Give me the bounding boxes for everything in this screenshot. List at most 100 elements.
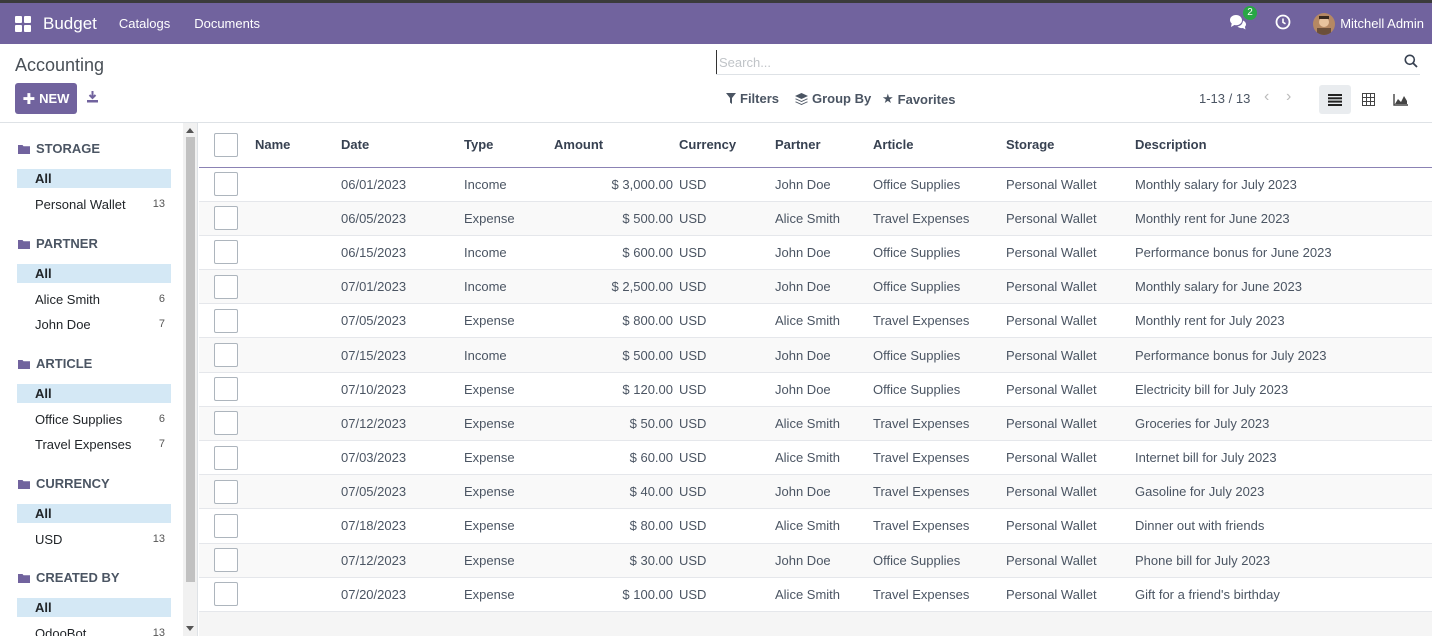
column-header-date[interactable]: Date (341, 123, 464, 167)
cell-amount: $ 80.00 (629, 518, 673, 534)
filter-item[interactable]: Personal Wallet 13 (17, 195, 171, 214)
row-checkbox[interactable] (214, 343, 238, 368)
cell-partner: John Doe (775, 244, 831, 260)
user-name[interactable]: Mitchell Admin (1340, 16, 1424, 31)
download-icon[interactable] (86, 90, 100, 104)
filter-item[interactable]: USD 13 (17, 530, 171, 549)
column-header-article[interactable]: Article (873, 123, 1006, 167)
cell-currency: USD (679, 450, 707, 466)
column-header-partner[interactable]: Partner (775, 123, 873, 167)
filter-item[interactable]: OdooBot 13 (17, 624, 171, 636)
table-row[interactable]: 07/15/2023 Income $ 500.00 USD John Doe Offic… (199, 337, 1432, 373)
table-row[interactable]: 07/18/2023 Expense $ 80.00 USD Alice Smith Tr… (199, 509, 1432, 544)
filter-item-count: 13 (152, 532, 165, 545)
scroll-up-arrow[interactable] (186, 128, 194, 133)
cell-article: Office Supplies (873, 552, 961, 568)
cell-amount: $ 50.00 (629, 415, 673, 431)
scroll-down-arrow[interactable] (186, 626, 194, 631)
cell-type: Income (464, 244, 507, 260)
filter-item[interactable]: Office Supplies 6 (17, 410, 171, 429)
column-header-type[interactable]: Type (464, 123, 554, 167)
pager-value[interactable]: 1-13 / 13 (1199, 91, 1250, 106)
table-row[interactable]: 07/12/2023 Expense $ 50.00 USD Alice Smith Tr… (199, 406, 1432, 441)
filter-item[interactable]: John Doe 7 (17, 315, 171, 334)
row-checkbox[interactable] (214, 548, 238, 573)
cell-name (255, 441, 341, 475)
row-checkbox[interactable] (214, 274, 238, 299)
filter-item[interactable]: Alice Smith 6 (17, 290, 171, 309)
cell-amount: $ 600.00 (622, 244, 673, 260)
menu-catalogs[interactable]: Catalogs (119, 16, 170, 31)
favorites-button[interactable]: ★ Favorites (882, 91, 955, 107)
activity-clock-icon[interactable] (1275, 14, 1295, 34)
apps-grid-icon[interactable] (15, 15, 31, 32)
row-checkbox[interactable] (214, 411, 238, 436)
pivot-view-button[interactable] (1352, 85, 1384, 114)
app-name[interactable]: Budget (43, 14, 97, 34)
cell-description: Performance bonus for July 2023 (1135, 347, 1327, 363)
filter-item[interactable]: All (17, 504, 171, 523)
filters-button[interactable]: Filters (726, 91, 779, 106)
filter-item[interactable]: All (17, 264, 171, 283)
cell-partner: Alice Smith (775, 518, 841, 534)
table-row[interactable]: 06/15/2023 Income $ 600.00 USD John Doe Offic… (199, 235, 1432, 270)
column-header-storage[interactable]: Storage (1006, 123, 1135, 167)
list-view-button[interactable] (1319, 85, 1351, 114)
cell-type: Expense (464, 381, 515, 397)
select-all-checkbox[interactable] (214, 132, 238, 157)
row-checkbox[interactable] (214, 172, 238, 197)
row-checkbox[interactable] (214, 240, 238, 265)
chat-icon[interactable]: 2 (1229, 5, 1257, 34)
cell-currency: USD (679, 518, 707, 534)
row-checkbox[interactable] (214, 445, 238, 470)
cell-article: Office Supplies (873, 176, 961, 192)
table-row[interactable]: 07/12/2023 Expense $ 30.00 USD John Doe Offic… (199, 543, 1432, 578)
sidebar-scrollbar[interactable] (183, 123, 198, 636)
row-checkbox[interactable] (214, 206, 238, 231)
table-row[interactable]: 06/05/2023 Expense $ 500.00 USD Alice Smith T… (199, 201, 1432, 236)
table-row[interactable]: 07/01/2023 Income $ 2,500.00 USD John Doe Off… (199, 269, 1432, 304)
graph-view-button[interactable] (1384, 85, 1416, 114)
cell-partner: John Doe (775, 484, 831, 500)
cell-name (255, 475, 341, 509)
table-row[interactable]: 06/01/2023 Income $ 3,000.00 USD John Doe Off… (199, 167, 1432, 202)
table-row[interactable]: 07/05/2023 Expense $ 800.00 USD Alice Smith T… (199, 304, 1432, 338)
cell-article: Travel Expenses (873, 210, 970, 226)
scroll-thumb[interactable] (186, 137, 195, 582)
table-row[interactable]: 07/03/2023 Expense $ 60.00 USD Alice Smith Tr… (199, 441, 1432, 475)
user-avatar[interactable] (1313, 12, 1336, 35)
column-header-currency[interactable]: Currency (679, 123, 775, 167)
pager-next-icon[interactable]: › (1286, 89, 1300, 105)
search-icon[interactable] (1404, 54, 1418, 68)
row-checkbox[interactable] (214, 513, 238, 538)
table-row[interactable]: 07/05/2023 Expense $ 40.00 USD John Doe Trave… (199, 474, 1432, 509)
filter-item-label: All (35, 600, 52, 615)
cell-article: Travel Expenses (873, 586, 970, 602)
column-header-amount[interactable]: Amount (554, 123, 679, 167)
column-header-name[interactable]: Name (255, 123, 341, 167)
filter-item[interactable]: All (17, 598, 171, 617)
cell-partner: John Doe (775, 347, 831, 363)
cell-partner: Alice Smith (775, 450, 841, 466)
filter-item[interactable]: All (17, 169, 171, 188)
folder-icon (18, 239, 30, 249)
cell-storage: Personal Wallet (1006, 518, 1097, 534)
table-row[interactable]: 07/20/2023 Expense $ 100.00 USD Alice Smith T… (199, 577, 1432, 612)
cell-amount: $ 3,000.00 (611, 176, 673, 192)
row-checkbox[interactable] (214, 582, 238, 607)
column-header-description[interactable]: Description (1135, 123, 1432, 167)
filter-item[interactable]: Travel Expenses 7 (17, 435, 171, 454)
row-checkbox[interactable] (214, 479, 238, 504)
search-input[interactable] (716, 50, 1396, 74)
table-row[interactable]: 07/10/2023 Expense $ 120.00 USD John Doe Offi… (199, 372, 1432, 407)
filter-item[interactable]: All (17, 384, 171, 403)
cell-name (255, 270, 341, 304)
pager-prev-icon[interactable]: ‹ (1264, 89, 1278, 105)
groupby-button[interactable]: Group By (795, 91, 871, 106)
new-button[interactable]: ✚ NEW (15, 83, 77, 114)
row-checkbox[interactable] (214, 308, 238, 333)
filter-item-count: 13 (152, 197, 165, 210)
menu-documents[interactable]: Documents (194, 16, 260, 31)
cell-description: Monthly salary for July 2023 (1135, 176, 1297, 192)
row-checkbox[interactable] (214, 377, 238, 402)
